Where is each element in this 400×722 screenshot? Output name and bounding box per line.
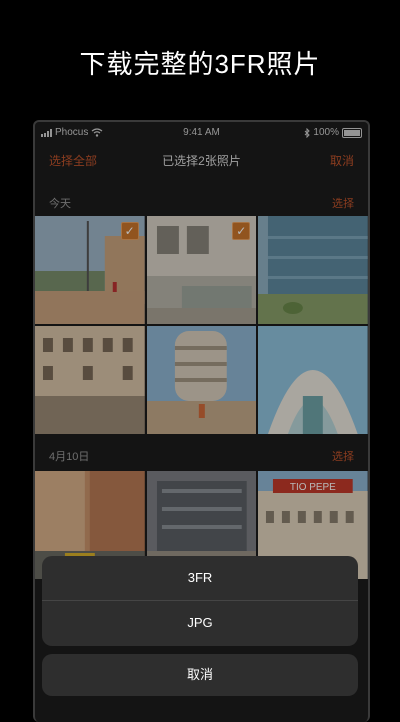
headline: 下载完整的3FR照片: [79, 49, 321, 79]
action-sheet: 3FR JPG: [42, 556, 358, 646]
option-jpg-button[interactable]: JPG: [42, 601, 358, 645]
sheet-cancel-button[interactable]: 取消: [42, 654, 358, 696]
option-3fr-button[interactable]: 3FR: [42, 556, 358, 600]
